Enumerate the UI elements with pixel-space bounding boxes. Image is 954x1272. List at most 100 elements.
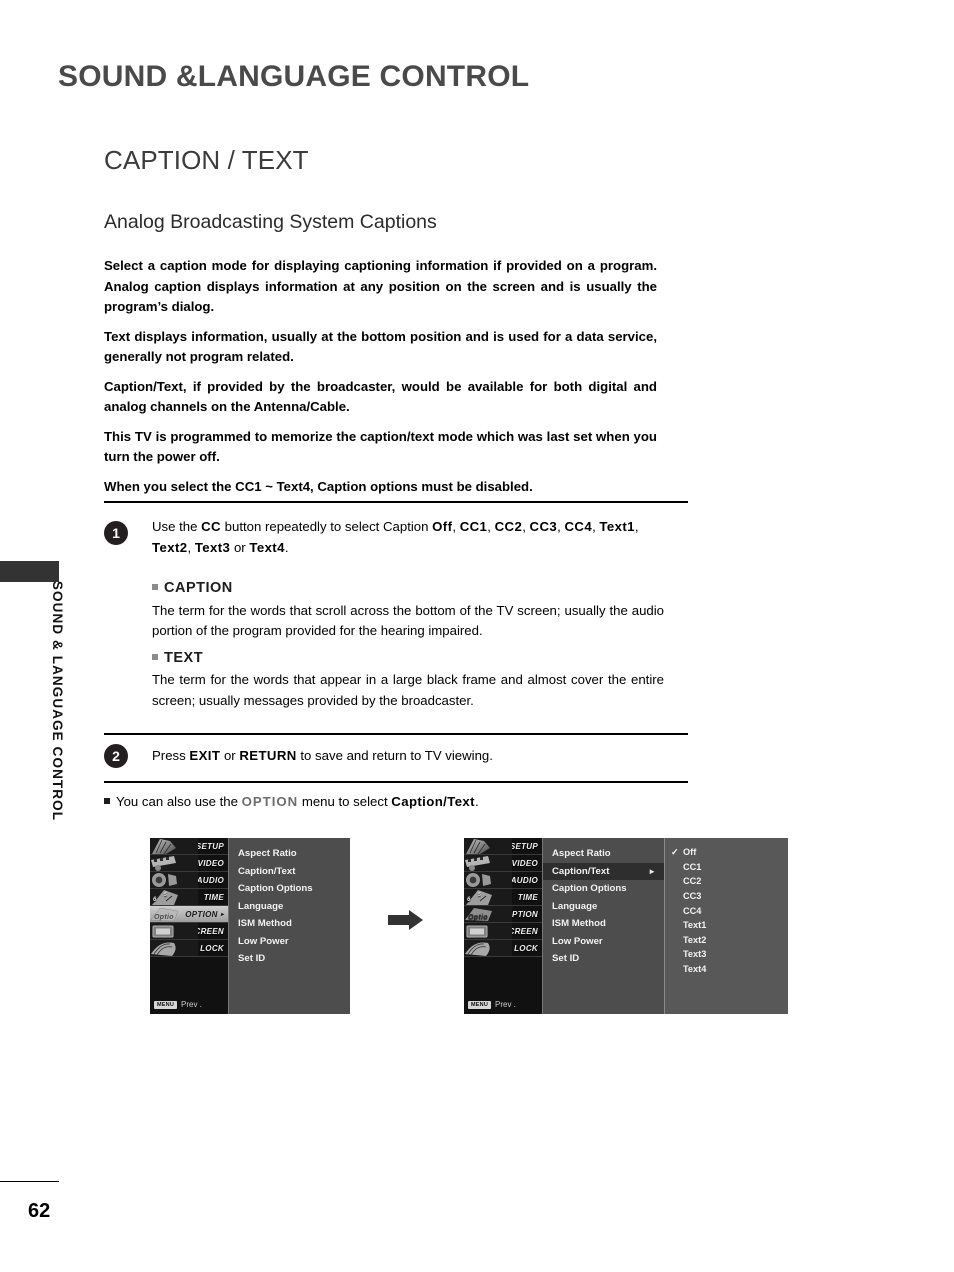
osd-menu-item-aspect-ratio[interactable]: Aspect Ratio [229,845,350,863]
osd-icon-label: VIDEO [197,858,224,868]
osd-icon-screen[interactable]: SCREEN [150,923,228,940]
flow-arrow-icon [388,909,424,931]
fan-setup-icon [150,838,198,854]
note-mid: menu to select [298,794,392,809]
osd-submenu-item-text1[interactable]: Text1 [665,918,788,933]
osd-icon-label: AUDIO [510,875,538,885]
osd-icon-lock[interactable]: LOCK [150,940,228,957]
osd-menu-item-caption-options[interactable]: Caption Options [229,880,350,898]
clock-icon: 65 [464,889,512,905]
definition-label-text: TEXT [152,648,664,669]
osd-submenu-item-cc3[interactable]: CC3 [665,889,788,904]
bullet-square-icon [152,653,158,660]
definition-caption-text: The term for the words that scroll acros… [152,602,664,639]
opt-text3: Text3 [194,539,231,555]
osd-menu-item-language[interactable]: Language [229,898,350,916]
key-exit: EXIT [189,748,221,763]
screen-icon [150,923,198,939]
step-2-body: Press EXIT or RETURN to save and return … [152,746,664,767]
sep: , [487,519,495,534]
osd-icon-option[interactable]: Optio OPTION ▸ [150,906,228,923]
step1-lead-1: Use the [152,519,202,534]
osd-menu-label: Caption Options [238,883,313,895]
menu-key-badge: MENU [154,1000,177,1009]
intro-paragraph: Caption/Text, if provided by the broadca… [104,378,657,415]
sep: , [634,519,639,534]
divider-rule-middle [104,733,688,735]
page-number: 62 [28,1200,51,1222]
osd-menu-item-caption-options[interactable]: Caption Options [543,880,664,898]
osd-submenu-item-text4[interactable]: Text4 [665,962,788,977]
sep: , [187,539,195,555]
osd-submenu-label: CC4 [683,905,702,916]
opt-text1: Text1 [599,519,635,534]
screen-icon [464,923,512,939]
osd-screenshot-before: SETUP VIDEO AUDIO 65 TIME Optio OPTION▸ [150,838,350,1014]
svg-text:5: 5 [164,892,167,898]
chevron-right-icon: ▸ [220,911,224,918]
opt-cc3: CC3 [529,519,558,534]
osd-menu-item-low-power[interactable]: Low Power [543,933,664,951]
osd-menu-item-low-power[interactable]: Low Power [229,933,350,951]
osd-menu-item-set-id[interactable]: Set ID [229,950,350,968]
opt-cc4: CC4 [564,519,593,534]
osd-menu-item-ism-method[interactable]: ISM Method [543,915,664,933]
osd-icon-label: SETUP [195,841,224,851]
osd-submenu-item-text2[interactable]: Text2 [665,933,788,948]
osd-menu-item-ism-method[interactable]: ISM Method [229,915,350,933]
bullet-square-icon [104,798,110,804]
osd-icon-option[interactable]: Optio OPTION [464,906,542,923]
osd-prev-hint[interactable]: MENU Prev . [154,1000,202,1009]
osd-menu-item-language[interactable]: Language [543,898,664,916]
opt-text4: Text4 [249,539,285,555]
osd-submenu-label: Text3 [683,949,707,960]
running-head-vertical: SOUND & LANGUAGE CONTROL [50,580,65,822]
sep: , [522,519,530,534]
osd-menu-label: Caption/Text [238,865,296,877]
osd-prev-hint[interactable]: MENU Prev . [468,1000,516,1009]
osd-icon-time[interactable]: 65 TIME [464,889,542,906]
intro-paragraphs: Select a caption mode for displaying cap… [104,256,657,497]
osd-submenu-item-off[interactable]: ✓ Off [665,845,788,860]
check-icon: ✓ [671,846,679,857]
osd-icon-label: TIME [517,892,538,902]
step2-pre: Press [152,748,190,763]
osd-icon-screen[interactable]: SCREEN [464,923,542,940]
svg-text:Optio: Optio [154,914,174,921]
option-menu-note: You can also use the OPTION menu to sele… [104,792,479,812]
osd-submenu-item-cc2[interactable]: CC2 [665,874,788,889]
osd-icon-video[interactable]: VIDEO [150,855,228,872]
osd-icon-video[interactable]: VIDEO [464,855,542,872]
osd-menu-item-caption-text[interactable]: Caption/Text ► [543,862,664,880]
osd-icon-lock[interactable]: LOCK [464,940,542,957]
osd-menu-item-set-id[interactable]: Set ID [543,950,664,968]
subsection-title: Analog Broadcasting System Captions [104,211,437,233]
osd-icon-time[interactable]: 65 TIME [150,889,228,906]
osd-menu-item-caption-text[interactable]: Caption/Text [229,863,350,881]
osd-icon-label: AUDIO [196,875,224,885]
lock-icon [150,940,198,956]
svg-text:5: 5 [478,892,481,898]
osd-icon-column: SETUP VIDEO AUDIO 65 TIME Optio OPTION▸ [150,838,228,1014]
osd-icon-audio[interactable]: AUDIO [464,872,542,889]
osd-icon-setup[interactable]: SETUP [464,838,542,855]
clock-icon: 65 [150,889,198,905]
osd-submenu-item-cc1[interactable]: CC1 [665,860,788,875]
divider-rule-bottom [104,781,688,783]
fan-setup-icon [464,838,512,854]
intro-paragraph: This TV is programmed to memorize the ca… [104,428,657,465]
osd-submenu-item-text3[interactable]: Text3 [665,947,788,962]
osd-icon-audio[interactable]: AUDIO [150,872,228,889]
osd-menu-list: Aspect Ratio Caption/Text Caption Option… [228,838,350,1014]
osd-submenu-item-cc4[interactable]: CC4 [665,903,788,918]
step-1-instruction: Use the CC button repeatedly to select C… [152,517,664,558]
speaker-icon [150,872,198,888]
chapter-title: SOUND &LANGUAGE CONTROL [58,60,530,93]
note-pre: You can also use the [116,794,242,809]
osd-icon-setup[interactable]: SETUP [150,838,228,855]
osd-menu-item-aspect-ratio[interactable]: Aspect Ratio [543,845,664,863]
note-target: Caption/Text [391,794,475,809]
osd-icon-column: SETUP VIDEO AUDIO 65 TIME Optio OPTION S… [464,838,542,1014]
osd-menu-label: Aspect Ratio [238,848,297,860]
osd-menu-label: Low Power [552,935,603,947]
